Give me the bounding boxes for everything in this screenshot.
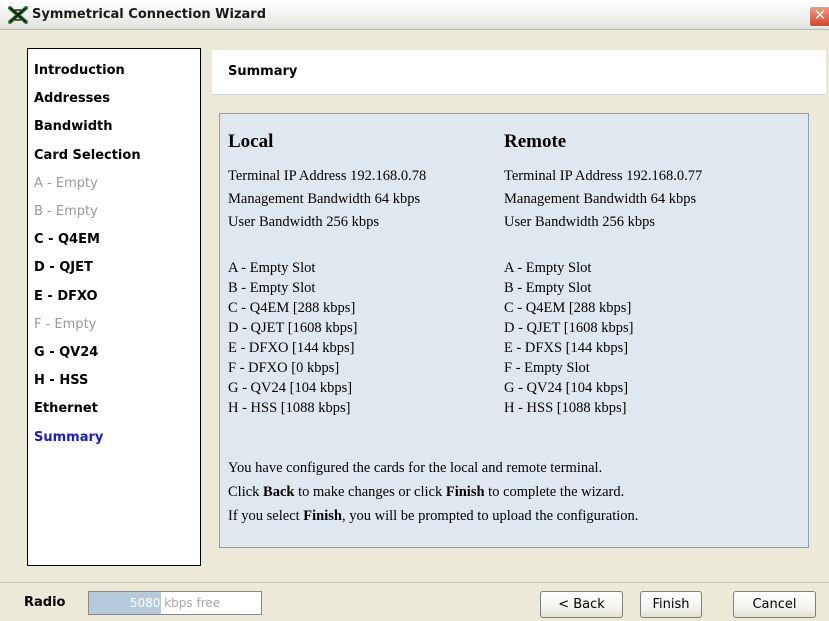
message-text: to make changes or click	[294, 484, 446, 500]
nav-step-summary[interactable]: Summary	[34, 430, 103, 450]
finish-button[interactable]: Finish	[640, 591, 702, 618]
window-title: Symmetrical Connection Wizard	[32, 7, 267, 22]
wizard-window: Symmetrical Connection Wizard ✕ Introduc…	[0, 0, 829, 621]
nav-step-bandwidth[interactable]: Bandwidth	[34, 119, 112, 139]
local-slot-h: H - HSS [1088 kbps]	[228, 400, 351, 416]
completion-message-line-3: If you select Finish, you will be prompt…	[228, 508, 638, 525]
cancel-button[interactable]: Cancel	[733, 591, 816, 618]
nav-step-b-empty: B - Empty	[34, 204, 98, 219]
nav-step-g-qv24[interactable]: G - QV24	[34, 345, 98, 365]
footer-bar: Radio 5080 kbps free < Back Finish Cance…	[0, 582, 829, 621]
nav-step-ethernet[interactable]: Ethernet	[34, 401, 98, 421]
nav-step-c-q4em[interactable]: C - Q4EM	[34, 232, 100, 252]
local-slot-a: A - Empty Slot	[228, 260, 316, 276]
remote-slot-c: C - Q4EM [288 kbps]	[504, 300, 632, 316]
close-icon[interactable]: ✕	[809, 6, 829, 27]
message-text: , you will be prompted to upload the con…	[341, 508, 639, 524]
bandwidth-meter: 5080 kbps free	[88, 591, 262, 615]
nav-step-e-dfxo[interactable]: E - DFXO	[34, 289, 98, 309]
message-text: If you select	[228, 508, 304, 524]
remote-slot-f: F - Empty Slot	[504, 360, 590, 376]
nav-step-a-empty: A - Empty	[34, 176, 98, 191]
completion-message-line-1: You have configured the cards for the lo…	[228, 460, 602, 477]
nav-step-d-qjet[interactable]: D - QJET	[34, 260, 93, 280]
back-keyword: Back	[263, 484, 295, 500]
summary-header: Summary	[212, 50, 826, 95]
local-slot-e: E - DFXO [144 kbps]	[228, 340, 355, 356]
back-button[interactable]: < Back	[540, 591, 623, 618]
remote-ip: Terminal IP Address 192.168.0.77	[504, 168, 703, 184]
nav-step-f-empty: F - Empty	[34, 317, 97, 332]
remote-slot-b: B - Empty Slot	[504, 280, 592, 296]
page-title: Summary	[228, 64, 298, 79]
nav-step-h-hss[interactable]: H - HSS	[34, 373, 88, 393]
local-heading: Local	[228, 131, 274, 152]
nav-step-introduction[interactable]: Introduction	[34, 63, 125, 83]
remote-slot-a: A - Empty Slot	[504, 260, 592, 276]
bandwidth-unit: kbps free	[164, 596, 221, 610]
finish-keyword: Finish	[445, 484, 485, 500]
bandwidth-free-value: 5080	[129, 596, 161, 610]
nav-step-card-selection[interactable]: Card Selection	[34, 148, 141, 168]
local-slot-c: C - Q4EM [288 kbps]	[228, 300, 356, 316]
remote-slot-h: H - HSS [1088 kbps]	[504, 400, 627, 416]
completion-message-line-2: Click Back to make changes or click Fini…	[228, 484, 624, 501]
local-slot-f: F - DFXO [0 kbps]	[228, 360, 340, 376]
nav-step-addresses[interactable]: Addresses	[34, 91, 110, 111]
remote-heading: Remote	[504, 131, 567, 152]
local-slot-b: B - Empty Slot	[228, 280, 316, 296]
message-text: Click	[228, 484, 264, 500]
remote-slot-g: G - QV24 [104 kbps]	[504, 380, 629, 396]
remote-slot-e: E - DFXS [144 kbps]	[504, 340, 629, 356]
local-ip: Terminal IP Address 192.168.0.78	[228, 168, 427, 184]
local-mgmt-bandwidth: Management Bandwidth 64 kbps	[228, 191, 421, 207]
remote-slot-d: D - QJET [1608 kbps]	[504, 320, 634, 336]
message-text: You have configured the cards for the lo…	[228, 460, 603, 476]
bandwidth-meter-text: 5080 kbps free	[89, 596, 261, 610]
radio-label: Radio	[24, 595, 66, 610]
title-bar[interactable]: Symmetrical Connection Wizard ✕	[0, 0, 829, 30]
local-user-bandwidth: User Bandwidth 256 kbps	[228, 214, 380, 230]
summary-content: Local Terminal IP Address 192.168.0.78 M…	[219, 113, 809, 548]
local-slot-d: D - QJET [1608 kbps]	[228, 320, 358, 336]
finish-keyword: Finish	[303, 508, 342, 524]
remote-user-bandwidth: User Bandwidth 256 kbps	[504, 214, 656, 230]
remote-mgmt-bandwidth: Management Bandwidth 64 kbps	[504, 191, 697, 207]
message-text: to complete the wizard.	[484, 484, 625, 500]
local-slot-g: G - QV24 [104 kbps]	[228, 380, 353, 396]
network-x-icon	[8, 6, 28, 24]
